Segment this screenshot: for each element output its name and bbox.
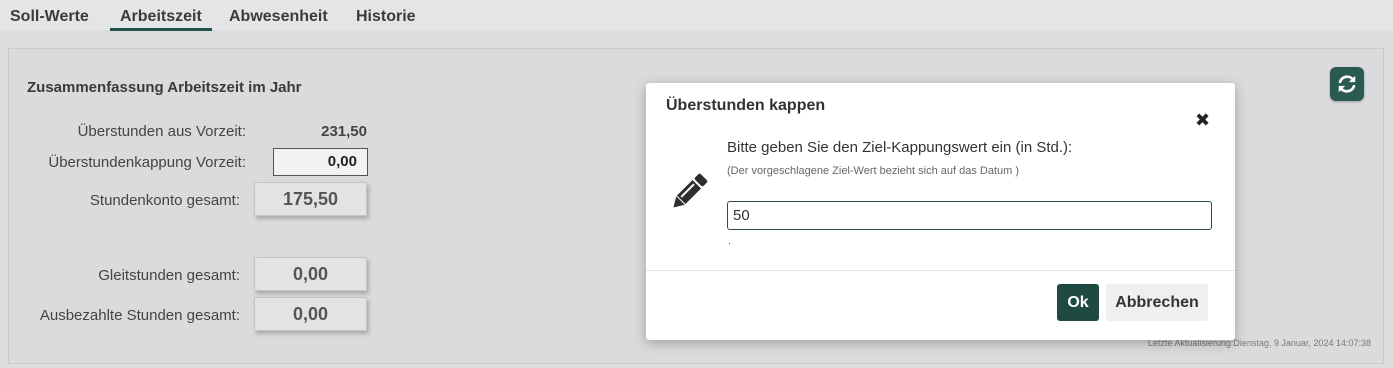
dialog-divider (646, 270, 1235, 271)
pencil-icon (666, 169, 712, 220)
target-cap-input[interactable] (727, 201, 1212, 230)
tab-bar: Soll-Werte Arbeitszeit Abwesenheit Histo… (0, 0, 1393, 31)
panel-title: Zusammenfassung Arbeitszeit im Jahr (27, 79, 302, 96)
refresh-icon (1338, 75, 1356, 93)
cap-overtime-dialog: Überstunden kappen ✖ Bitte geben Sie den… (646, 83, 1235, 340)
ueberstunden-vorzeit-label: Überstunden aus Vorzeit: (77, 123, 246, 140)
stundenkonto-value: 175,50 (254, 182, 367, 216)
close-icon[interactable]: ✖ (1195, 111, 1210, 129)
cancel-button[interactable]: Abbrechen (1106, 284, 1208, 321)
refresh-button[interactable] (1330, 67, 1364, 101)
tab-abwesenheit[interactable]: Abwesenheit (229, 8, 328, 26)
tab-soll-werte[interactable]: Soll-Werte (10, 8, 89, 26)
ueberstunden-vorzeit-value: 231,50 (321, 123, 367, 140)
validation-message: . (728, 235, 732, 247)
kappung-vorzeit-field[interactable]: 0,00 (273, 148, 368, 176)
ausbezahlt-label: Ausbezahlte Stunden gesamt: (39, 307, 240, 324)
tab-historie[interactable]: Historie (356, 8, 416, 26)
ok-button[interactable]: Ok (1057, 284, 1099, 321)
ausbezahlt-value: 0,00 (254, 297, 367, 331)
dialog-prompt: Bitte geben Sie den Ziel-Kappungswert ei… (727, 139, 1073, 156)
dialog-title: Überstunden kappen (666, 97, 826, 114)
stundenkonto-label: Stundenkonto gesamt: (89, 192, 240, 209)
gleitstunden-label: Gleitstunden gesamt: (98, 267, 240, 284)
gleitstunden-value: 0,00 (254, 257, 367, 291)
tab-arbeitszeit[interactable]: Arbeitszeit (110, 8, 212, 31)
dialog-hint: (Der vorgeschlagene Ziel-Wert bezieht si… (727, 165, 1020, 177)
kappung-vorzeit-label: Überstundenkappung Vorzeit: (48, 154, 246, 171)
